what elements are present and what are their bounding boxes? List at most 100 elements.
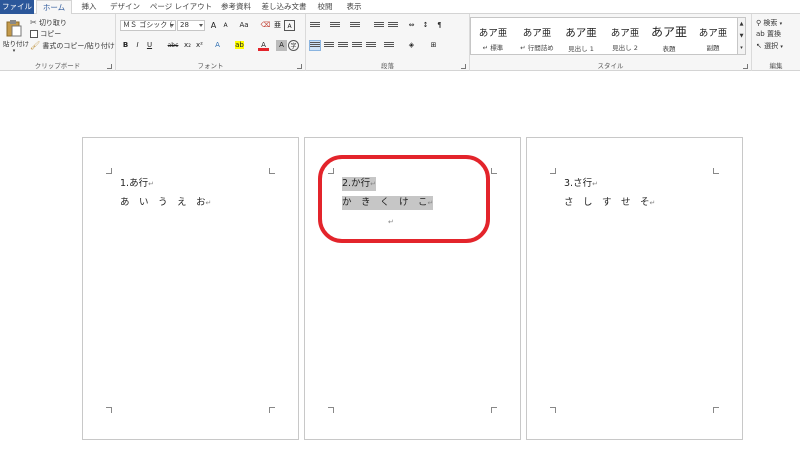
editing-group-label: 編集 bbox=[769, 62, 783, 70]
style-name: 表題 bbox=[662, 45, 676, 53]
style-heading-1[interactable]: あア亜 見出し 1 bbox=[559, 18, 603, 54]
document-area[interactable]: 1.あ行↵ あ い う え お↵ 2.か行↵ か き く け こ↵ ↵ 3.さ行… bbox=[0, 71, 800, 450]
style-name: 見出し 1 bbox=[568, 45, 594, 53]
page-1[interactable]: 1.あ行↵ あ い う え お↵ bbox=[82, 137, 299, 440]
chars-text: あ い う え お bbox=[120, 197, 206, 208]
tab-view[interactable]: 表示 bbox=[341, 0, 367, 14]
superscript-button[interactable]: x² bbox=[194, 40, 205, 51]
underline-button[interactable]: U bbox=[144, 40, 155, 51]
paste-dropdown-icon: ▾ bbox=[12, 48, 16, 54]
margin-corner bbox=[550, 407, 556, 413]
italic-button[interactable]: I bbox=[132, 40, 143, 51]
chevron-up-icon: ▲ bbox=[739, 21, 744, 27]
binoculars-icon: ⚲ bbox=[756, 19, 762, 27]
numbering-button[interactable] bbox=[330, 21, 340, 30]
grow-font-button[interactable]: A bbox=[208, 20, 219, 31]
page-chars-line[interactable]: あ い う え お↵ bbox=[120, 196, 211, 210]
sort-icon: ↕ bbox=[422, 21, 429, 29]
font-launcher-icon[interactable] bbox=[297, 64, 302, 69]
ribbon-tab-bar: ファイル ホーム 挿入 デザイン ページ レイアウト 参考資料 差し込み文書 校… bbox=[0, 0, 800, 15]
page-heading[interactable]: 1.あ行↵ bbox=[120, 177, 154, 191]
bullets-button[interactable] bbox=[310, 21, 320, 30]
strikethrough-button[interactable]: abc bbox=[166, 40, 180, 51]
style-heading-2[interactable]: あア亜 見出し 2 bbox=[603, 18, 647, 54]
clear-formatting-button[interactable]: ⌫ bbox=[260, 20, 271, 31]
tab-home[interactable]: ホーム bbox=[36, 0, 72, 15]
tab-page-layout[interactable]: ページ レイアウト bbox=[148, 0, 214, 14]
annotation-highlight-oval bbox=[318, 155, 490, 243]
margin-corner bbox=[491, 168, 497, 174]
shading-button[interactable]: ◈ bbox=[406, 40, 417, 51]
distribute-all-button[interactable] bbox=[366, 41, 376, 50]
enclosed-character-button[interactable]: 字 bbox=[288, 40, 299, 51]
page-3[interactable]: 3.さ行↵ さ し す せ そ↵ bbox=[526, 137, 743, 440]
paragraph-mark-icon: ↵ bbox=[592, 180, 598, 188]
character-shading-button[interactable]: A bbox=[276, 40, 287, 51]
text-effects-button[interactable]: A bbox=[212, 40, 223, 51]
copy-icon bbox=[30, 30, 38, 38]
bold-icon: B bbox=[122, 41, 129, 49]
style-normal[interactable]: あア亜 ↵ 標準 bbox=[471, 18, 515, 54]
tab-mailings[interactable]: 差し込み文書 bbox=[259, 0, 309, 14]
decrease-indent-button[interactable] bbox=[374, 21, 384, 30]
border-char-icon: A bbox=[287, 23, 292, 30]
font-name-combo[interactable]: ＭＳ ゴシック ( bbox=[120, 20, 176, 31]
font-size-combo[interactable]: 28 bbox=[177, 20, 205, 31]
word-window: ファイル ホーム 挿入 デザイン ページ レイアウト 参考資料 差し込み文書 校… bbox=[0, 0, 800, 450]
paste-icon bbox=[6, 20, 22, 37]
page-heading[interactable]: 3.さ行↵ bbox=[564, 177, 598, 191]
align-center-button[interactable] bbox=[324, 41, 334, 50]
find-button[interactable]: ⚲ 検索 ▾ bbox=[756, 18, 782, 29]
underline-icon: U bbox=[146, 41, 153, 49]
format-painter-icon: 🖌 bbox=[30, 41, 41, 50]
margin-corner bbox=[106, 168, 112, 174]
tab-file[interactable]: ファイル bbox=[0, 0, 34, 14]
align-right-button[interactable] bbox=[338, 41, 348, 50]
chevron-down-icon: ▾ bbox=[779, 21, 783, 27]
style-subtitle[interactable]: あア亜 副題 bbox=[691, 18, 735, 54]
shrink-font-button[interactable]: A bbox=[220, 20, 231, 31]
tab-design[interactable]: デザイン bbox=[107, 0, 143, 14]
shading-char-icon: A bbox=[279, 41, 284, 49]
increase-indent-button[interactable] bbox=[388, 21, 398, 30]
distributed-button[interactable]: ⇔ bbox=[406, 20, 417, 31]
page-chars-line[interactable]: さ し す せ そ↵ bbox=[564, 196, 655, 210]
sort-button[interactable]: ↕ bbox=[420, 20, 431, 31]
paste-button[interactable]: 貼り付け ▾ bbox=[3, 19, 29, 54]
cut-button[interactable]: ✂ 切り取り bbox=[30, 18, 67, 28]
paragraph-launcher-icon[interactable] bbox=[461, 64, 466, 69]
multilevel-list-button[interactable] bbox=[350, 21, 360, 30]
bold-button[interactable]: B bbox=[120, 40, 131, 51]
scissors-icon: ✂ bbox=[30, 18, 37, 27]
highlight-color-button[interactable]: ab bbox=[234, 40, 245, 51]
format-painter-button[interactable]: 🖌 書式のコピー/貼り付け bbox=[30, 41, 115, 51]
clipboard-launcher-icon[interactable] bbox=[107, 64, 112, 69]
replace-button[interactable]: ab 置換 bbox=[756, 29, 781, 39]
change-case-button[interactable]: Aa bbox=[236, 20, 252, 31]
borders-icon: ⊞ bbox=[430, 41, 437, 49]
copy-button[interactable]: コピー bbox=[30, 29, 61, 39]
borders-button[interactable]: ⊞ bbox=[428, 40, 439, 51]
justify-button[interactable] bbox=[352, 41, 362, 50]
tab-review[interactable]: 校閲 bbox=[312, 0, 338, 14]
align-left-button[interactable] bbox=[309, 40, 321, 51]
style-no-spacing[interactable]: あア亜 ↵ 行間詰め bbox=[515, 18, 559, 54]
cut-label: 切り取り bbox=[38, 19, 67, 27]
tab-references[interactable]: 参考資料 bbox=[218, 0, 254, 14]
margin-corner bbox=[106, 407, 112, 413]
style-name: 見出し 2 bbox=[612, 44, 638, 52]
font-color-button[interactable]: A bbox=[258, 40, 269, 51]
subscript-button[interactable]: x₂ bbox=[182, 40, 193, 51]
styles-launcher-icon[interactable] bbox=[743, 64, 748, 69]
style-title[interactable]: あア亜 表題 bbox=[647, 18, 691, 54]
phonetic-guide-button[interactable]: 亜 bbox=[272, 20, 283, 31]
ribbon: 貼り付け ▾ ✂ 切り取り コピー 🖌 書式のコピー/貼り付け クリップボード … bbox=[0, 14, 800, 71]
paragraph-mark-icon: ↵ bbox=[649, 199, 656, 207]
select-button[interactable]: ↖ 選択 ▾ bbox=[756, 41, 783, 52]
line-spacing-button[interactable] bbox=[384, 41, 394, 50]
styles-scroll[interactable]: ▲ ▼ ▾ bbox=[738, 17, 746, 55]
tab-insert[interactable]: 挿入 bbox=[75, 0, 103, 14]
show-marks-button[interactable]: ¶ bbox=[434, 20, 445, 31]
style-sample: あア亜 bbox=[650, 25, 687, 39]
character-border-button[interactable]: A bbox=[284, 20, 295, 31]
